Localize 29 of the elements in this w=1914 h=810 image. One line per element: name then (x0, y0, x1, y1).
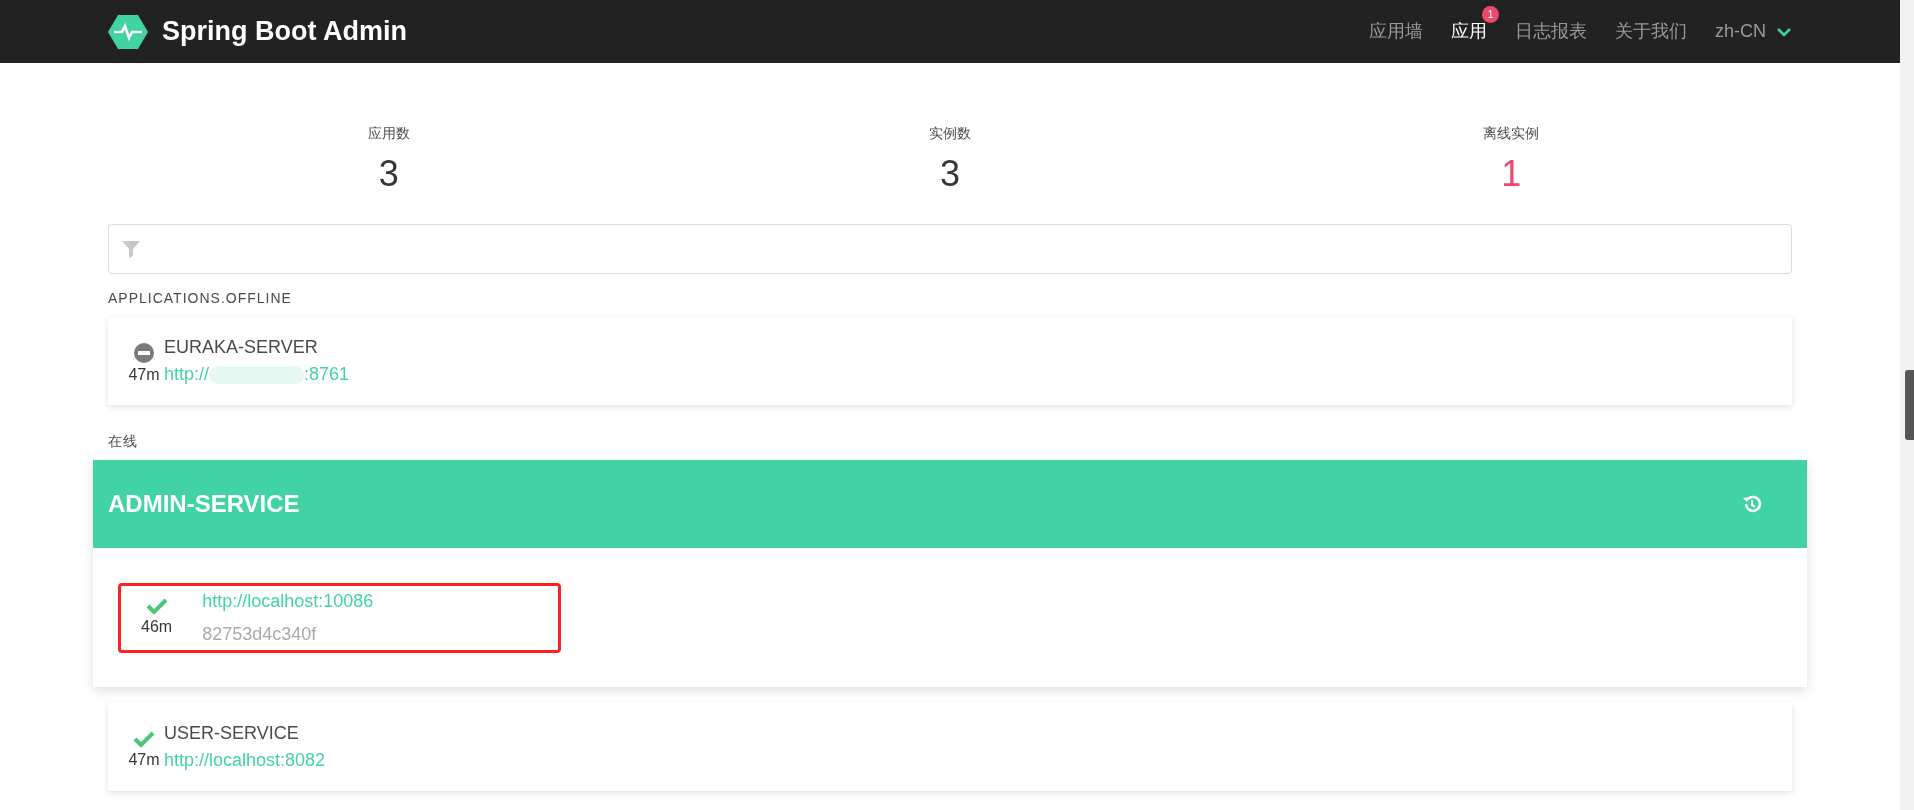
instance-id: 82753d4c340f (202, 622, 318, 646)
application-name: EURAKA-SERVER (164, 336, 319, 359)
stat-value: 1 (1501, 152, 1522, 196)
nav-tab[interactable]: 日志报表 (1515, 21, 1587, 41)
uptime-text: 47m (128, 365, 160, 385)
filter-icon (121, 239, 141, 259)
instance-row[interactable]: 46m http://localhost:10086 82753d4c340f (118, 582, 561, 653)
section-heading: 在线 (108, 432, 139, 451)
logo-icon (108, 13, 148, 50)
nav-tab[interactable]: 关于我们 (1615, 21, 1687, 41)
chevron-down-icon (1776, 26, 1792, 37)
history-icon[interactable] (1742, 494, 1762, 514)
stat-label: 应用数 (367, 124, 410, 143)
stat-value: 3 (939, 152, 960, 196)
uptime-text: 46m (141, 616, 173, 637)
nav-tab[interactable]: 应用 (1451, 21, 1487, 41)
language-dropdown[interactable]: zh-CN (1715, 18, 1792, 45)
stat-label: 实例数 (929, 124, 971, 143)
stat-value: 3 (378, 152, 399, 196)
application-name: USER-SERVICE (164, 722, 300, 745)
section-heading: APPLICATIONS.OFFLINE (108, 289, 293, 308)
application-card[interactable]: 47m USER-SERVICE http://localhost:8082 (108, 703, 1792, 791)
brand-title[interactable]: Spring Boot Admin (162, 11, 407, 52)
side-handle[interactable] (1905, 370, 1914, 440)
uptime-text: 47m (128, 750, 160, 770)
stat-label: 离线实例 (1483, 124, 1540, 143)
nav-tab[interactable]: 应用墙 (1369, 21, 1423, 41)
count-badge: 1 (1482, 6, 1499, 23)
application-name: ADMIN-SERVICE (108, 489, 300, 519)
